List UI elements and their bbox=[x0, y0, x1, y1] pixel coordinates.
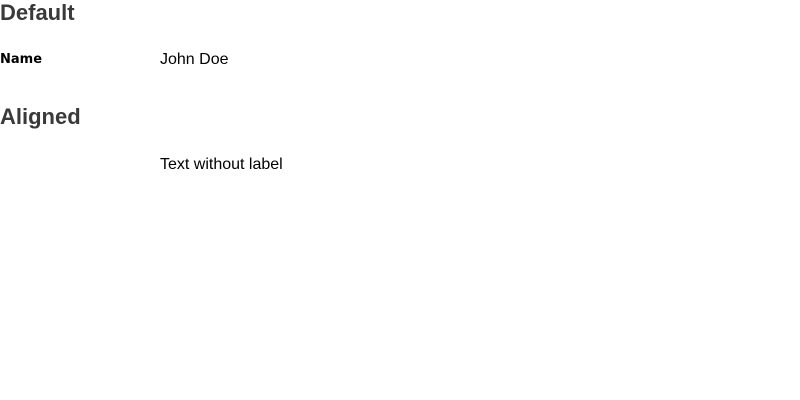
name-value: John Doe bbox=[160, 51, 229, 68]
name-label: Name bbox=[0, 52, 43, 67]
aligned-text-value: Text without label bbox=[160, 156, 283, 173]
default-section-title: Default bbox=[0, 0, 75, 25]
aligned-section-title: Aligned bbox=[0, 104, 81, 129]
page: Default Name John Doe Aligned Text witho… bbox=[0, 0, 800, 400]
